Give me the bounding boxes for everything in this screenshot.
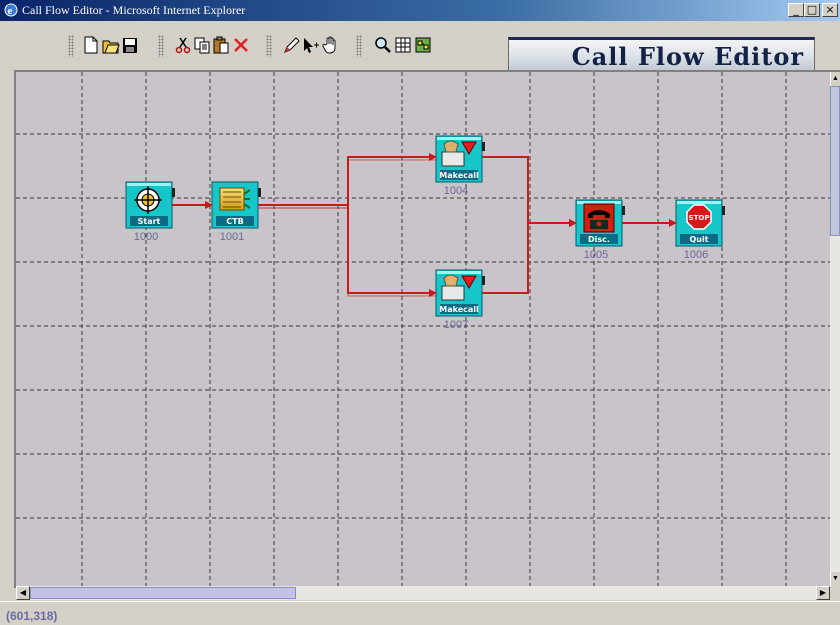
save-icon <box>123 38 137 53</box>
copy-icon <box>194 37 210 54</box>
flow-diagram: Start 1000 CTB 1001 Makecall 1004 Makecall 1007… <box>16 72 830 586</box>
scroll-down-arrow-icon[interactable]: ▼ <box>830 572 840 586</box>
vertical-scrollbar[interactable]: ▲ ▼ <box>830 72 840 586</box>
toolbar-grip[interactable] <box>356 35 362 57</box>
toolbar <box>10 30 502 62</box>
node-id-label: 1001 <box>220 231 244 243</box>
status-bar: (601,318) <box>0 601 840 625</box>
node-caption: Makecall <box>439 305 479 314</box>
app-logo-text: Call Flow Editor <box>571 42 804 71</box>
vertical-scroll-thumb[interactable] <box>830 86 840 236</box>
window-title: Call Flow Editor - Microsoft Internet Ex… <box>22 3 246 17</box>
flow-node-1000[interactable]: Start 1000 <box>125 181 175 243</box>
flow-node-1001[interactable]: CTB 1001 <box>211 181 261 243</box>
properties-button[interactable] <box>414 35 432 55</box>
node-id-label: 1007 <box>444 319 468 331</box>
draw-link-icon <box>284 37 300 53</box>
flow-node-1004[interactable]: Makecall 1004 <box>435 135 485 197</box>
flow-nodes: Start 1000 CTB 1001 Makecall 1004 Makecall 1007… <box>125 135 725 331</box>
horizontal-scroll-thumb[interactable] <box>30 587 296 599</box>
new-icon <box>84 36 98 54</box>
new-button[interactable] <box>82 35 100 55</box>
flow-node-1005[interactable]: Disc. 1005 <box>575 199 625 261</box>
flow-node-1007[interactable]: Makecall 1007 <box>435 269 485 331</box>
node-id-label: 1000 <box>134 231 158 243</box>
select-pointer-button[interactable] <box>302 35 320 55</box>
zoom-icon <box>375 37 391 53</box>
cut-button[interactable] <box>174 35 192 55</box>
scroll-up-arrow-icon[interactable]: ▲ <box>830 72 840 86</box>
toolbar-grip[interactable] <box>68 35 74 57</box>
node-caption: Start <box>138 217 161 226</box>
node-caption: Quit <box>689 235 708 244</box>
stop-sign-icon: STOP <box>686 204 712 230</box>
flow-link-1001-1007[interactable] <box>258 204 437 297</box>
node-caption: Makecall <box>439 171 479 180</box>
hand-pan-button[interactable] <box>322 35 340 55</box>
browser-window: e Call Flow Editor - Microsoft Internet … <box>0 0 840 625</box>
copy-button[interactable] <box>193 35 211 55</box>
app-logo-banner: Call Flow Editor <box>508 37 815 71</box>
delete-icon <box>234 38 248 52</box>
paste-icon <box>213 36 229 54</box>
flow-canvas[interactable]: Start 1000 CTB 1001 Makecall 1004 Makecall 1007… <box>16 72 830 586</box>
internet-explorer-icon: e <box>4 3 18 17</box>
draw-link-button[interactable] <box>282 35 300 55</box>
paste-button[interactable] <box>212 35 230 55</box>
scroll-right-arrow-icon[interactable]: ▶ <box>816 586 830 600</box>
stop-sign-text: STOP <box>689 214 710 222</box>
disconnect-phone-icon <box>583 203 615 233</box>
svg-text:e: e <box>8 5 13 17</box>
flow-node-1006[interactable]: STOP Quit 1006 <box>675 199 725 261</box>
zoom-button[interactable] <box>374 35 392 55</box>
save-button[interactable] <box>121 35 139 55</box>
open-icon <box>102 40 120 54</box>
flow-link-1001-1004[interactable] <box>258 153 437 209</box>
node-id-label: 1004 <box>444 185 468 197</box>
node-id-label: 1005 <box>584 249 608 261</box>
maximize-button[interactable]: □ <box>804 3 820 17</box>
canvas-grid <box>16 72 830 586</box>
title-bar: e Call Flow Editor - Microsoft Internet … <box>0 0 840 21</box>
grid-button[interactable] <box>394 35 412 55</box>
open-button[interactable] <box>102 35 120 55</box>
properties-icon <box>415 37 431 53</box>
close-button[interactable]: × <box>822 3 838 17</box>
node-id-label: 1006 <box>684 249 708 261</box>
flow-link-1004-1005[interactable] <box>482 156 577 227</box>
scroll-left-arrow-icon[interactable]: ◀ <box>16 586 30 600</box>
hand-pan-icon <box>322 36 336 54</box>
node-caption: Disc. <box>588 235 610 244</box>
cursor-coordinates: (601,318) <box>6 609 58 623</box>
horizontal-scrollbar[interactable]: ◀ ▶ <box>16 586 830 600</box>
select-pointer-icon <box>304 38 319 53</box>
grid-icon <box>395 37 411 53</box>
cut-icon <box>175 37 191 54</box>
minimize-button[interactable]: _ <box>788 3 804 17</box>
toolbar-grip[interactable] <box>266 35 272 57</box>
delete-button[interactable] <box>232 35 250 55</box>
flow-link-1007-1005[interactable] <box>482 219 577 294</box>
node-caption: CTB <box>226 217 243 226</box>
toolbar-grip[interactable] <box>158 35 164 57</box>
